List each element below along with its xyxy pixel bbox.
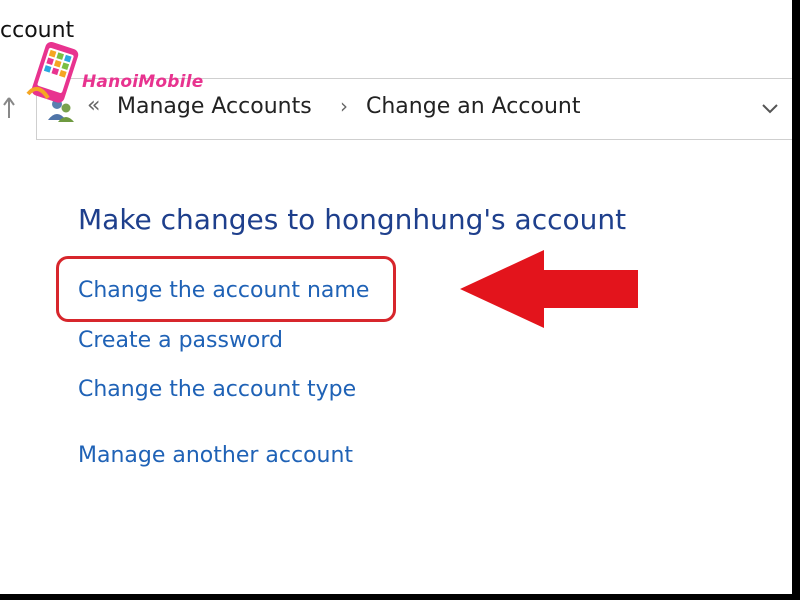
highlight-box <box>56 256 396 322</box>
window-title: ccount <box>0 18 75 43</box>
page-heading: Make changes to hongnhung's account <box>78 203 627 236</box>
chevron-down-icon[interactable] <box>760 98 780 118</box>
up-arrow-icon[interactable] <box>2 96 16 120</box>
control-panel-window: ccount « Manage Accounts › Change an Acc… <box>0 0 792 594</box>
breadcrumb-separator[interactable]: › <box>340 94 348 118</box>
red-pointer-arrow-icon <box>460 250 638 328</box>
manage-another-account-link[interactable]: Manage another account <box>78 443 353 468</box>
logo-text: HanoiMobile <box>82 72 204 92</box>
change-account-type-link[interactable]: Change the account type <box>78 377 356 402</box>
breadcrumb-change-an-account[interactable]: Change an Account <box>366 94 580 119</box>
create-password-link[interactable]: Create a password <box>78 328 283 353</box>
